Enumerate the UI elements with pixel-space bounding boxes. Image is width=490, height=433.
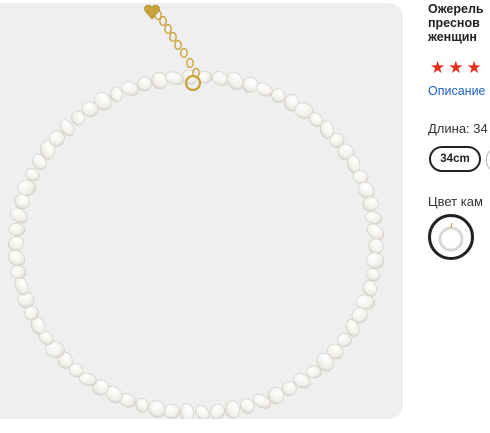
pearl <box>148 400 166 418</box>
pearl <box>165 71 184 85</box>
star-icon: ★ <box>448 58 467 77</box>
pearl <box>180 403 194 419</box>
pearl <box>365 211 382 225</box>
pearl <box>366 252 385 269</box>
pearl <box>17 179 36 196</box>
pearl <box>135 398 149 413</box>
pearl <box>362 196 379 212</box>
pearl-necklace-image <box>7 4 385 419</box>
product-title-line-2: преснов <box>428 16 480 30</box>
rating-stars[interactable]: ★★★ <box>430 58 485 78</box>
pearl <box>109 86 123 103</box>
product-image-gallery[interactable] <box>0 3 403 419</box>
product-title-line-1: Ожерель <box>428 2 484 16</box>
product-title-line-3: женщин <box>428 30 477 44</box>
color-swatch-pearl[interactable] <box>428 214 474 260</box>
pearl <box>10 265 27 280</box>
pearl <box>241 76 259 93</box>
pearl <box>210 403 225 419</box>
product-info-panel: Ожерель преснов женщин ★★★ Описание Длин… <box>428 0 490 433</box>
chain-link <box>164 23 172 35</box>
description-link[interactable]: Описание <box>428 84 486 98</box>
pearl <box>195 405 210 419</box>
pearl <box>225 400 241 419</box>
color-label: Цвет кам <box>428 194 483 209</box>
heart-charm-icon <box>144 4 160 20</box>
pearl-necklace-thumbnail-icon <box>438 222 464 252</box>
pearl <box>151 72 168 89</box>
chain-link <box>180 47 188 59</box>
chain-link <box>186 57 194 69</box>
pearl <box>8 236 24 252</box>
length-option-34cm[interactable]: 34cm <box>429 146 481 172</box>
star-icon: ★ <box>430 58 449 77</box>
length-option-next[interactable] <box>486 147 490 173</box>
pearl <box>306 365 322 379</box>
pearl <box>8 223 26 236</box>
star-icon: ★ <box>466 58 485 77</box>
length-label: Длина: 34 <box>428 121 488 136</box>
chain-link <box>169 31 177 43</box>
product-title: Ожерель преснов женщин <box>428 2 490 44</box>
chain-link <box>174 39 182 51</box>
